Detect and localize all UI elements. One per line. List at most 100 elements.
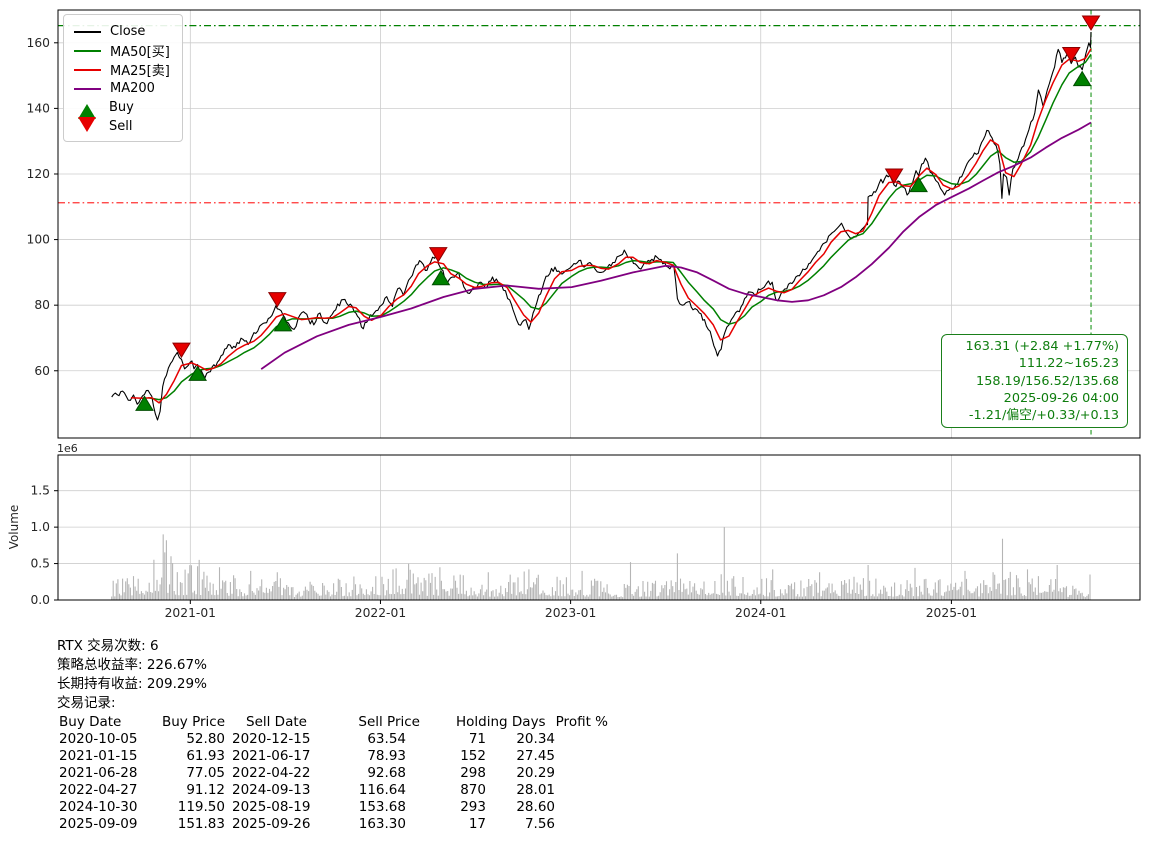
x-tick-label: 2025-01 [926, 606, 977, 620]
table-cell: 2020-10-05 [59, 731, 138, 747]
annotation-line: 163.31 (+2.84 +1.77%) [965, 339, 1120, 354]
table-cell: 28.01 [516, 782, 555, 798]
table-cell: 2020-12-15 [232, 731, 311, 747]
trades-table: Buy Date Buy Price Sell Date Sell Price Hold… [57, 714, 613, 833]
legend-item: Sell [74, 117, 170, 136]
strategy-report: RTX 交易次数: 6 策略总收益率: 226.67% 长期持有收益: 209.29… [57, 637, 613, 833]
sell-marker [884, 168, 904, 184]
legend-label: MA200 [110, 81, 155, 96]
gridlines [58, 10, 1140, 601]
sell-marker-icon [78, 117, 96, 132]
buy-marker [431, 269, 451, 286]
annotation-line: -1.21/偏空/+0.33/+0.13 [968, 408, 1119, 424]
table-cell: 298 [460, 765, 486, 781]
legend-line-swatch [74, 68, 101, 71]
table-header-cell: Sell Price [358, 714, 420, 730]
chart-legend: Close MA50[买] MA25[卖] MA200 Buy Sell [63, 14, 183, 142]
annotation-line: 2025-09-26 04:00 [1003, 390, 1119, 406]
table-cell: 61.93 [186, 748, 225, 764]
price-ytick-label: 60 [34, 364, 50, 378]
buy-marker [1072, 70, 1092, 87]
table-row: 2022-04-27 91.12 2024-09-13 116.64 870 28.01 [57, 782, 613, 799]
table-cell: 2025-08-19 [232, 799, 311, 815]
table-cell: 151.83 [177, 816, 225, 832]
summary-line: 策略总收益率: 226.67% [57, 657, 207, 673]
volume-axis-label-text: Volume [7, 504, 21, 550]
table-cell: 293 [460, 799, 486, 815]
table-header-row: Buy Date Buy Price Sell Date Sell Price Hold… [57, 714, 613, 731]
annotation-line: 158.19/156.52/135.68 [976, 373, 1119, 389]
legend-item: Buy [74, 98, 170, 119]
summary-line: RTX 交易次数: 6 [57, 638, 159, 654]
sell-marker [267, 292, 287, 308]
volume-offset-label: 1e6 [57, 442, 78, 455]
price-ytick-label: 140 [27, 101, 50, 115]
summary-block: RTX 交易次数: 6 策略总收益率: 226.67% 长期持有收益: 209.29… [57, 637, 613, 713]
table-cell: 153.68 [358, 799, 406, 815]
table-cell: 7.56 [524, 816, 555, 832]
volume-ytick-label: 1.5 [30, 484, 50, 498]
table-row: 2021-06-28 77.05 2022-04-22 92.68 298 20.29 [57, 765, 613, 782]
price-ytick-label: 160 [27, 36, 50, 50]
table-row: 2024-10-30 119.50 2025-08-19 153.68 293 28.60 [57, 799, 613, 816]
table-cell: 116.64 [358, 782, 406, 798]
volume-ytick-label: 1.0 [30, 520, 50, 534]
table-header-cell: Holding Days [456, 714, 546, 730]
table-cell: 28.60 [516, 799, 555, 815]
table-header-cell: Profit % [555, 714, 608, 730]
table-header-cell: Sell Date [246, 714, 307, 730]
table-cell: 2021-06-28 [59, 765, 138, 781]
ma200-line [260, 121, 1092, 370]
table-cell: 78.93 [367, 748, 406, 764]
x-tick-label: 2023-01 [545, 606, 596, 620]
table-cell: 152 [460, 748, 486, 764]
table-cell: 63.54 [367, 731, 406, 747]
legend-item: Close [74, 22, 170, 41]
legend-label: Sell [109, 119, 133, 134]
legend-item: MA25[卖] [74, 60, 170, 79]
x-tick-label: 2021-01 [165, 606, 216, 620]
legend-line-swatch [74, 49, 101, 52]
table-cell: 870 [460, 782, 486, 798]
axis-ticks [54, 42, 952, 604]
table-cell: 163.30 [358, 816, 406, 832]
table-cell: 91.12 [186, 782, 225, 798]
x-tick-label: 2022-01 [355, 606, 406, 620]
table-header-cell: Buy Date [59, 714, 122, 730]
summary-line: 长期持有收益: 209.29% [57, 676, 207, 692]
legend-line-swatch [74, 30, 101, 33]
x-tick-label: 2024-01 [735, 606, 786, 620]
legend-label: MA50[买] [110, 45, 170, 60]
figure: 60 80 100 120 140 160 0.0 0.5 1.0 1.5 2021-01 2022-… [0, 0, 1152, 849]
table-cell: 2022-04-22 [232, 765, 311, 781]
volume-ytick-label: 0.5 [30, 557, 50, 571]
table-cell: 2022-04-27 [59, 782, 138, 798]
table-cell: 2025-09-09 [59, 816, 138, 832]
table-cell: 27.45 [516, 748, 555, 764]
price-ytick-label: 80 [34, 298, 50, 312]
table-cell: 2024-09-13 [232, 782, 311, 798]
table-cell: 2021-01-15 [59, 748, 138, 764]
volume-ytick-label: 0.0 [30, 593, 50, 607]
summary-line: 交易记录: [57, 695, 116, 711]
legend-label: Close [110, 24, 146, 39]
table-row: 2020-10-05 52.80 2020-12-15 63.54 71 20.34 [57, 731, 613, 748]
sell-marker [428, 247, 448, 263]
table-cell: 92.68 [367, 765, 406, 781]
table-row: 2025-09-09 151.83 2025-09-26 163.30 17 7.56 [57, 816, 613, 833]
table-header-cell: Buy Price [161, 714, 225, 730]
legend-label: MA25[卖] [110, 64, 170, 79]
table-cell: 119.50 [177, 799, 225, 815]
table-cell: 2024-10-30 [59, 799, 138, 815]
sell-marker [1081, 15, 1101, 31]
table-cell: 20.29 [516, 765, 555, 781]
legend-label: Buy [109, 100, 134, 115]
quote-annotation-box: 163.31 (+2.84 +1.77%) 111.22~165.23 158.19… [941, 334, 1128, 429]
table-cell: 2025-09-26 [232, 816, 311, 832]
table-cell: 2021-06-17 [232, 748, 311, 764]
legend-line-swatch [74, 87, 101, 90]
table-cell: 17 [468, 816, 486, 832]
table-row: 2021-01-15 61.93 2021-06-17 78.93 152 27.45 [57, 748, 613, 765]
legend-item: MA200 [74, 79, 170, 98]
table-cell: 20.34 [516, 731, 555, 747]
